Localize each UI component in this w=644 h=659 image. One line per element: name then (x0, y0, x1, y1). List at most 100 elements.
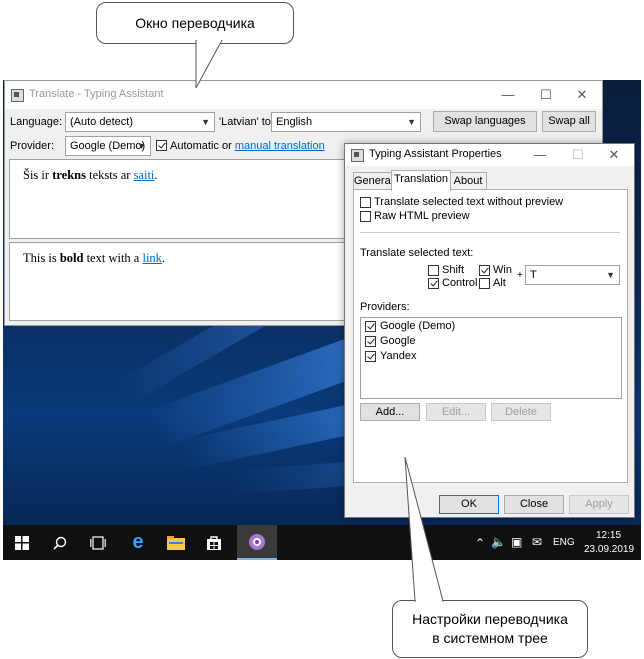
provider-select[interactable]: Google (Demo) ▼ (65, 136, 151, 156)
result-text-end: . (161, 251, 166, 265)
result-text: This is (23, 251, 60, 265)
window-title: Translate - Typing Assistant (29, 88, 164, 100)
translate-window-titlebar: Translate - Typing Assistant — ☐ ✕ (5, 81, 602, 109)
source-bold-text: trekns (52, 168, 86, 182)
result-link[interactable]: link (142, 251, 161, 265)
divider (360, 232, 620, 233)
source-language-select[interactable]: (Auto detect) ▼ (65, 112, 215, 132)
manual-translation-link[interactable]: manual translation (235, 140, 325, 152)
minimize-icon[interactable]: — (490, 81, 526, 109)
list-item[interactable]: Google (Demo) (361, 320, 621, 334)
apply-button: Apply (569, 495, 629, 514)
close-icon[interactable]: ✕ (596, 144, 632, 166)
notification-icon[interactable]: ✉ (532, 535, 542, 549)
win-label: Win (493, 264, 512, 276)
providers-label: Providers: (360, 301, 410, 313)
callout-tray-settings: Настройки переводчика в системном трее (392, 600, 588, 658)
source-link[interactable]: saiti (134, 168, 155, 182)
store-icon[interactable] (195, 525, 233, 560)
provider-name: Google (Demo) (380, 320, 456, 332)
provider-name: Yandex (380, 350, 417, 362)
win-checkbox[interactable] (479, 265, 490, 276)
callout-translator-window: Окно переводчика (96, 2, 294, 44)
provider-checkbox[interactable] (365, 321, 376, 332)
source-language-value: (Auto detect) (70, 116, 133, 128)
provider-checkbox[interactable] (365, 336, 376, 347)
tab-general[interactable]: General (353, 172, 393, 190)
list-item[interactable]: Yandex (361, 350, 621, 364)
list-item[interactable]: Google (361, 335, 621, 349)
properties-title: Typing Assistant Properties (369, 148, 502, 160)
chevron-down-icon: ▼ (606, 270, 615, 280)
file-explorer-icon[interactable] (157, 525, 195, 560)
input-language-indicator[interactable]: ENG (553, 537, 575, 548)
provider-name: Google (380, 335, 416, 347)
chevron-down-icon: ▼ (137, 141, 146, 151)
clock-date[interactable]: 23.09.2019 (584, 544, 634, 555)
tab-translation[interactable]: Translation (391, 170, 451, 191)
add-provider-button[interactable]: Add... (360, 403, 420, 421)
control-label: Control (442, 277, 478, 289)
callout-bottom-line1: Настройки переводчика (412, 611, 568, 627)
tab-about[interactable]: About (449, 172, 487, 190)
raw-html-label: Raw HTML preview (374, 210, 470, 222)
chevron-up-icon[interactable]: ⌃ (475, 536, 485, 550)
close-button[interactable]: Close (504, 495, 564, 514)
maximize-icon[interactable]: ☐ (528, 81, 564, 109)
provider-checkbox[interactable] (365, 351, 376, 362)
language-label: Language: (10, 116, 62, 128)
plus-sign: + (517, 270, 523, 281)
properties-dialog: Typing Assistant Properties — ☐ ✕ Genera… (344, 143, 635, 518)
app-icon (11, 89, 24, 102)
callout-top-text: Окно переводчика (135, 15, 255, 31)
alt-label: Alt (493, 277, 506, 289)
automatic-label: Automatic or (170, 140, 232, 152)
properties-titlebar: Typing Assistant Properties — ☐ ✕ (345, 144, 634, 166)
swap-all-button[interactable]: Swap all (542, 111, 596, 132)
maximize-icon: ☐ (572, 147, 584, 162)
minimize-icon[interactable]: — (522, 144, 558, 166)
callout-bottom-line2: в системном трее (432, 630, 548, 646)
alt-checkbox[interactable] (479, 278, 490, 289)
detected-language-label: 'Latvian' to (219, 116, 271, 128)
edit-provider-button: Edit... (426, 403, 486, 421)
app-icon (351, 149, 364, 162)
source-text-end: . (154, 168, 158, 182)
edge-icon[interactable]: e (119, 525, 157, 560)
callout-bottom-pointer (404, 456, 444, 602)
source-text-middle: teksts ar (86, 168, 134, 182)
delete-provider-button: Delete (491, 403, 551, 421)
provider-value: Google (Demo) (70, 140, 146, 152)
windows-start-icon[interactable] (3, 525, 41, 560)
taskbar: e ⌃ 🔈 ▣ ✉ ENG 12:15 23.09.2019 (3, 525, 641, 560)
shift-label: Shift (442, 264, 465, 276)
chevron-down-icon: ▼ (407, 117, 416, 127)
shift-checkbox[interactable] (428, 265, 439, 276)
result-bold-text: bold (59, 251, 84, 265)
without-preview-label: Translate selected text without preview (374, 196, 564, 208)
providers-list: Google (Demo) Google Yandex (360, 317, 622, 399)
clock-time[interactable]: 12:15 (596, 530, 621, 541)
result-text-middle: text with a (83, 251, 143, 265)
hotkey-key-select[interactable]: T ▼ (525, 265, 620, 285)
typing-assistant-icon[interactable] (237, 525, 277, 560)
callout-top-pointer (195, 40, 223, 89)
target-language-select[interactable]: English ▼ (271, 112, 421, 132)
hotkey-label: Translate selected text: (360, 247, 474, 259)
without-preview-checkbox[interactable] (360, 197, 371, 208)
network-icon[interactable]: ▣ (511, 535, 522, 549)
raw-html-checkbox[interactable] (360, 211, 371, 222)
swap-languages-button[interactable]: Swap languages (433, 111, 537, 132)
translation-tab-page: Translate selected text without preview … (353, 189, 628, 483)
control-checkbox[interactable] (428, 278, 439, 289)
search-icon[interactable] (41, 525, 79, 560)
provider-label: Provider: (10, 140, 55, 152)
volume-icon[interactable]: 🔈 (491, 535, 506, 549)
automatic-checkbox[interactable] (156, 140, 167, 151)
task-view-icon[interactable] (79, 525, 117, 560)
chevron-down-icon: ▼ (201, 117, 210, 127)
source-text: Šis ir (23, 168, 53, 182)
target-language-value: English (276, 116, 313, 128)
close-icon[interactable]: ✕ (564, 81, 600, 109)
hotkey-key-value: T (530, 269, 537, 281)
